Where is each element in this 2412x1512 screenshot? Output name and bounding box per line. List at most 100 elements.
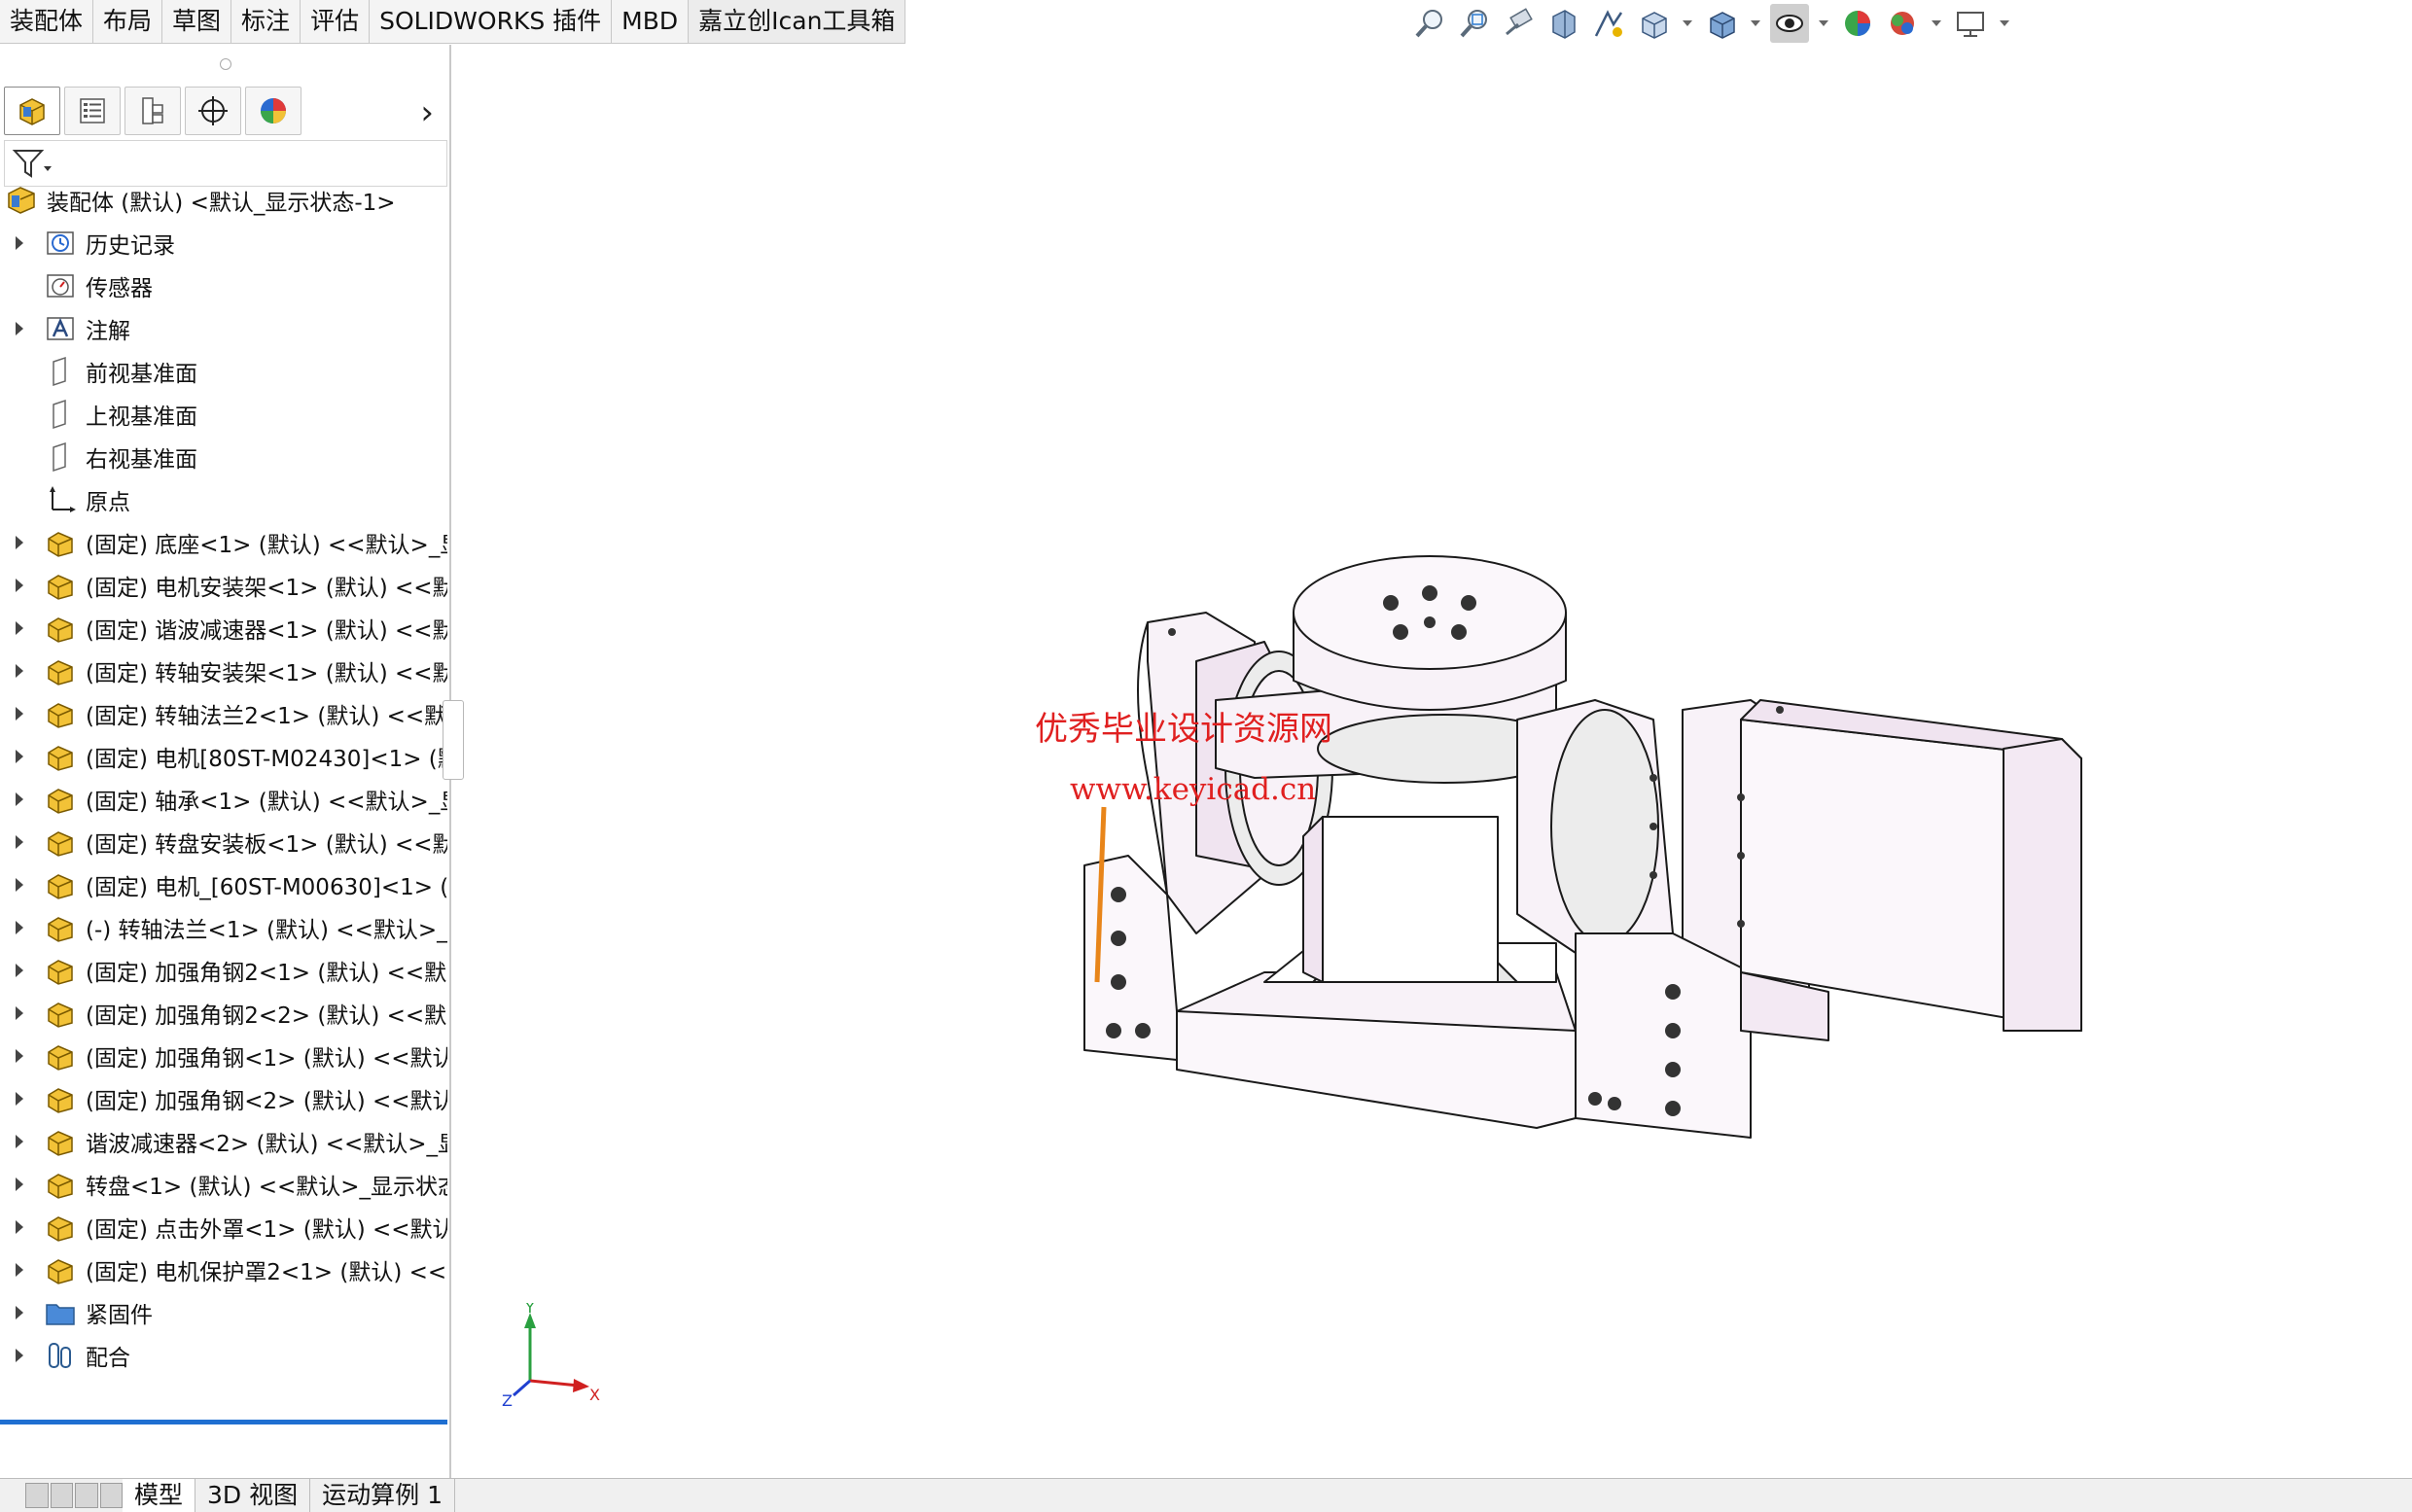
- tree-root-assembly[interactable]: 装配体 (默认) <默认_显示状态-1>: [4, 179, 396, 222]
- display-style-dropdown[interactable]: [1751, 20, 1760, 26]
- tab-markup[interactable]: 标注: [231, 0, 302, 43]
- tree-item[interactable]: 谐波减速器<2> (默认) <<默认>_显: [0, 1120, 447, 1163]
- expand-arrow-icon[interactable]: [16, 1178, 23, 1191]
- apply-scene-icon[interactable]: [1883, 4, 1922, 43]
- part-icon: [43, 1081, 78, 1116]
- zoom-to-fit-icon[interactable]: [1410, 4, 1449, 43]
- tree-item[interactable]: 转盘<1> (默认) <<默认>_显示状态: [0, 1163, 447, 1206]
- tab-scroll-arrows[interactable]: [25, 1483, 123, 1508]
- expand-arrow-icon[interactable]: [16, 707, 23, 721]
- expand-arrow-icon[interactable]: [16, 664, 23, 678]
- tree-item[interactable]: (固定) 加强角钢2<1> (默认) <<默: [0, 949, 447, 992]
- tree-item[interactable]: (固定) 电机保护罩2<1> (默认) <<!: [0, 1248, 447, 1291]
- expand-arrow-icon[interactable]: [16, 792, 23, 806]
- tree-item[interactable]: (固定) 加强角钢2<2> (默认) <<默: [0, 992, 447, 1035]
- tree-item[interactable]: 传感器: [0, 264, 447, 307]
- tree-item[interactable]: (固定) 电机[80ST-M02430]<1> (默: [0, 735, 447, 778]
- expand-arrow-icon[interactable]: [16, 1306, 23, 1319]
- tab-solidworks-addins[interactable]: SOLIDWORKS 插件: [370, 0, 613, 43]
- section-view-icon[interactable]: [1544, 4, 1583, 43]
- featuremanager-icon[interactable]: [4, 87, 60, 135]
- propertymanager-icon[interactable]: [64, 87, 121, 135]
- expand-arrow-icon[interactable]: [16, 1135, 23, 1148]
- tree-item[interactable]: (固定) 点击外罩<1> (默认) <<默认: [0, 1206, 447, 1248]
- tree-item-label: (固定) 电机安装架<1> (默认) <<默: [86, 576, 447, 601]
- expand-arrow-icon[interactable]: [16, 1006, 23, 1020]
- tree-item-label: 原点: [86, 490, 130, 515]
- tree-item[interactable]: (固定) 轴承<1> (默认) <<默认>_显: [0, 778, 447, 821]
- tree-item[interactable]: 历史记录: [0, 222, 447, 264]
- view-orientation-icon[interactable]: [1634, 4, 1673, 43]
- expand-arrow-icon[interactable]: [16, 835, 23, 849]
- tree-item[interactable]: (固定) 谐波减速器<1> (默认) <<默: [0, 607, 447, 650]
- expand-arrow-icon[interactable]: [16, 322, 23, 335]
- tab-assembly[interactable]: 装配体: [0, 0, 94, 43]
- configurationmanager-icon[interactable]: [124, 87, 181, 135]
- expand-arrow-icon[interactable]: [16, 621, 23, 635]
- hide-show-dropdown[interactable]: [1819, 20, 1828, 26]
- tab-mbd[interactable]: MBD: [612, 0, 690, 43]
- expand-arrow-icon[interactable]: [16, 1092, 23, 1106]
- zoom-to-area-icon[interactable]: [1455, 4, 1494, 43]
- expand-arrow-icon[interactable]: [16, 536, 23, 549]
- tree-item[interactable]: (-) 转轴法兰<1> (默认) <<默认>_: [0, 906, 447, 949]
- tab-motion-study[interactable]: 运动算例 1: [310, 1479, 455, 1512]
- tree-item[interactable]: (固定) 底座<1> (默认) <<默认>_显: [0, 521, 447, 564]
- tree-item[interactable]: 配合: [0, 1334, 447, 1377]
- expand-arrow-icon[interactable]: [16, 579, 23, 592]
- plane-icon: [43, 440, 78, 475]
- dimxpert-icon[interactable]: [185, 87, 241, 135]
- view-settings-dropdown[interactable]: [2000, 20, 2009, 26]
- filter-icon[interactable]: [11, 147, 53, 180]
- tree-item[interactable]: 注解: [0, 307, 447, 350]
- tree-item[interactable]: (固定) 转轴法兰2<1> (默认) <<默: [0, 692, 447, 735]
- previous-view-icon[interactable]: [1500, 4, 1539, 43]
- tree-item[interactable]: (固定) 加强角钢<2> (默认) <<默认: [0, 1077, 447, 1120]
- expand-arrow-icon[interactable]: [16, 964, 23, 977]
- tree-item[interactable]: 右视基准面: [0, 436, 447, 478]
- tree-item[interactable]: 上视基准面: [0, 393, 447, 436]
- edit-appearance-icon[interactable]: [1838, 4, 1877, 43]
- expand-arrow-icon[interactable]: [16, 1220, 23, 1234]
- rollback-bar[interactable]: [0, 1420, 447, 1424]
- tree-item[interactable]: 前视基准面: [0, 350, 447, 393]
- chevron-right-icon[interactable]: ›: [420, 93, 434, 132]
- expand-arrow-icon[interactable]: [16, 750, 23, 763]
- feature-tree: 历史记录 传感器 注解 前视基准面 上视基准面 右视基准面原点 (固定) 底座<1> (默认…: [0, 222, 447, 1377]
- expand-arrow-icon[interactable]: [16, 236, 23, 250]
- tree-item-label: (固定) 电机[80ST-M02430]<1> (默: [86, 747, 447, 772]
- expand-arrow-icon[interactable]: [16, 1263, 23, 1277]
- tab-model[interactable]: 模型: [123, 1479, 196, 1512]
- graphics-area[interactable]: 优秀毕业设计资源网 www.keyicad.cn: [451, 45, 2412, 1478]
- part-icon: [43, 1124, 78, 1159]
- tree-item-label: (固定) 电机保护罩2<1> (默认) <<!: [86, 1260, 447, 1285]
- tree-item[interactable]: (固定) 转轴安装架<1> (默认) <<默: [0, 650, 447, 692]
- expand-arrow-icon[interactable]: [16, 1349, 23, 1362]
- tree-item[interactable]: (固定) 加强角钢<1> (默认) <<默认: [0, 1035, 447, 1077]
- tree-item[interactable]: (固定) 电机安装架<1> (默认) <<默: [0, 564, 447, 607]
- hide-show-items-icon[interactable]: [1770, 4, 1809, 43]
- view-orientation-dropdown[interactable]: [1683, 20, 1692, 26]
- displaymanager-icon[interactable]: [245, 87, 302, 135]
- part-icon: [43, 996, 78, 1031]
- tree-item[interactable]: 原点: [0, 478, 447, 521]
- view-settings-icon[interactable]: [1951, 4, 1990, 43]
- tab-jlc-ican-toolbox[interactable]: 嘉立创Ican工具箱: [689, 0, 906, 43]
- tree-item[interactable]: (固定) 电机_[60ST-M00630]<1> (: [0, 863, 447, 906]
- tab-evaluate[interactable]: 评估: [301, 0, 371, 43]
- tree-item-label: 谐波减速器<2> (默认) <<默认>_显: [86, 1132, 447, 1157]
- panel-grip[interactable]: [220, 58, 231, 70]
- assembly-model-view: [1083, 555, 2082, 1139]
- tree-item[interactable]: (固定) 转盘安装板<1> (默认) <<默: [0, 821, 447, 863]
- tab-sketch[interactable]: 草图: [162, 0, 232, 43]
- expand-arrow-icon[interactable]: [16, 921, 23, 934]
- tree-item[interactable]: 紧固件: [0, 1291, 447, 1334]
- dynamic-annotation-icon[interactable]: [1589, 4, 1628, 43]
- tab-layout[interactable]: 布局: [93, 0, 163, 43]
- tab-3d-view[interactable]: 3D 视图: [195, 1479, 311, 1512]
- display-style-icon[interactable]: [1702, 4, 1741, 43]
- annotation-icon: [43, 311, 78, 346]
- expand-arrow-icon[interactable]: [16, 1049, 23, 1063]
- expand-arrow-icon[interactable]: [16, 878, 23, 892]
- apply-scene-dropdown[interactable]: [1932, 20, 1941, 26]
